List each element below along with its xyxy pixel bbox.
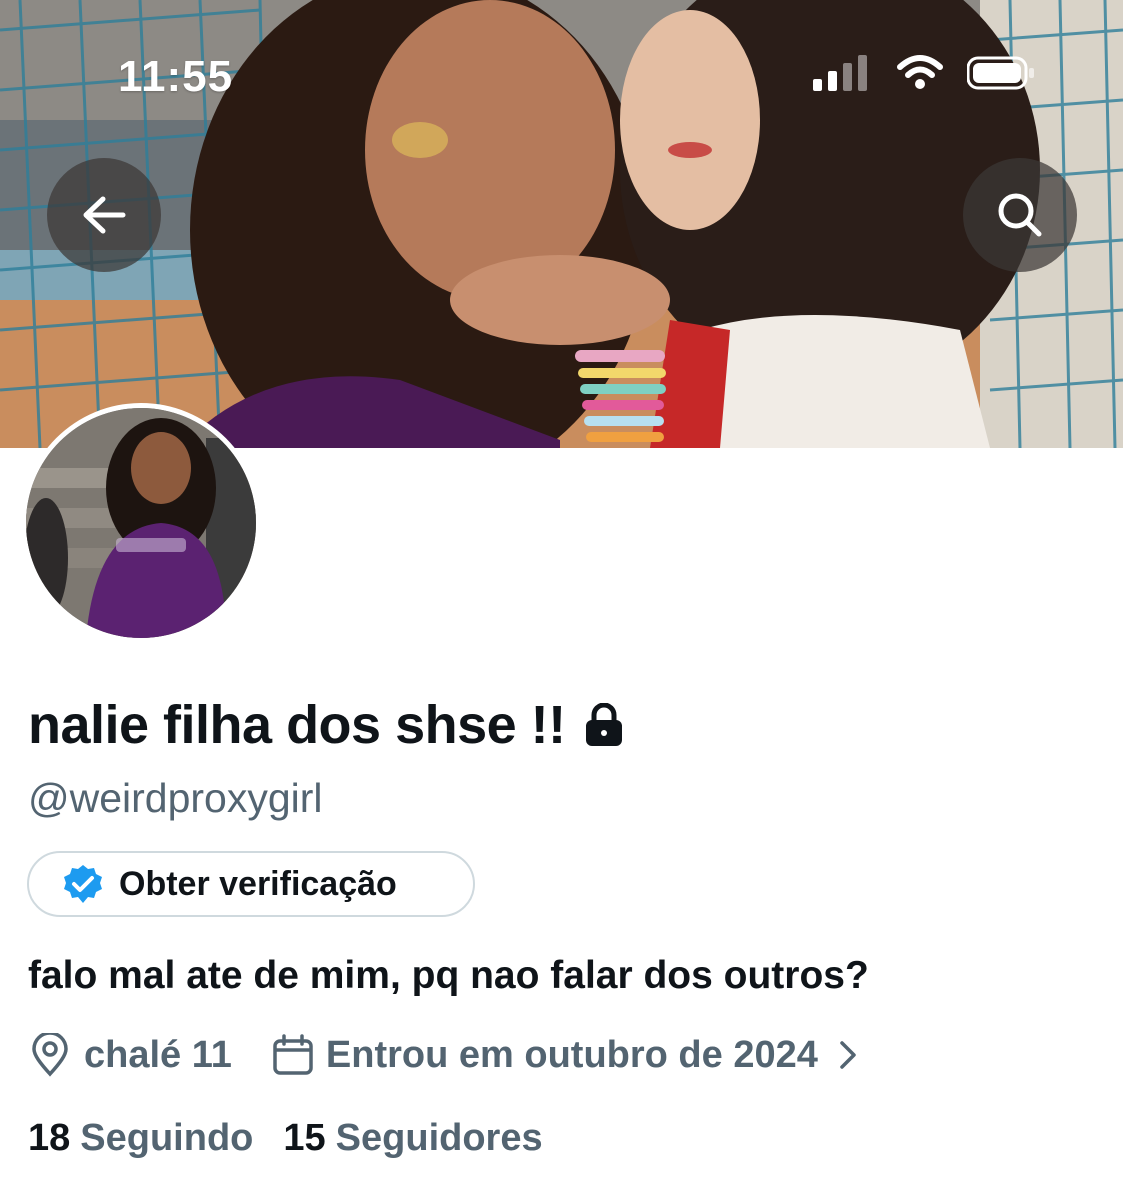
follow-stats: 18 Seguindo 15 Seguidores	[28, 1117, 543, 1160]
back-button[interactable]	[47, 158, 161, 272]
get-verification-label: Obter verificação	[119, 864, 397, 903]
location-pin-icon	[32, 1033, 68, 1077]
display-name: nalie filha dos shse !!	[28, 695, 566, 755]
profile-meta: chalé 11 Entrou em outubro de 2024	[30, 1032, 860, 1078]
search-icon	[998, 193, 1042, 237]
wifi-icon	[897, 55, 943, 89]
battery-icon	[967, 56, 1034, 90]
verified-badge-icon	[64, 865, 102, 903]
status-icons	[813, 55, 1035, 91]
profile-bio: falo mal ate de mim, pq nao falar dos ou…	[28, 954, 869, 997]
avatar-photo	[26, 408, 256, 638]
followers-label: Seguidores	[335, 1117, 543, 1159]
cellular-signal-icon	[813, 55, 867, 91]
joined-date-text[interactable]: Entrou em outubro de 2024	[326, 1034, 818, 1077]
following-label: Seguindo	[80, 1117, 254, 1159]
profile-banner[interactable]: 11:55	[0, 0, 1123, 448]
following-link[interactable]: 18 Seguindo	[28, 1117, 253, 1160]
followers-count: 15	[283, 1117, 326, 1159]
name-row: nalie filha dos shse !!	[28, 694, 624, 756]
avatar-ring[interactable]	[21, 403, 261, 643]
calendar-icon	[273, 1034, 313, 1075]
status-time: 11:55	[118, 52, 234, 101]
location-text: chalé 11	[84, 1033, 232, 1076]
avatar[interactable]	[26, 408, 256, 638]
chevron-right-icon[interactable]	[836, 1038, 860, 1072]
following-count: 18	[28, 1117, 71, 1159]
lock-icon	[585, 703, 622, 746]
user-handle: @weirdproxygirl	[28, 775, 323, 821]
search-button[interactable]	[963, 158, 1077, 272]
followers-link[interactable]: 15 Seguidores	[283, 1117, 542, 1160]
get-verification-button[interactable]: Obter verificação	[27, 851, 475, 917]
arrow-left-icon	[83, 196, 126, 234]
